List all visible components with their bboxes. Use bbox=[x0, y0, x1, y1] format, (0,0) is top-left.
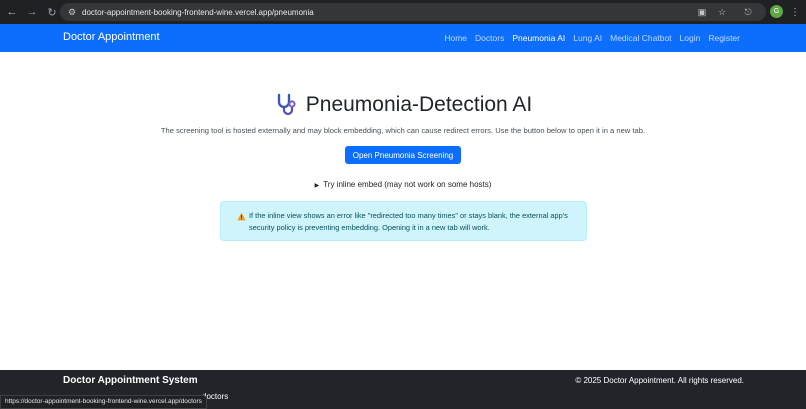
bookmark-star-icon[interactable]: ☆ bbox=[714, 4, 730, 20]
site-navbar: Doctor Appointment Home Doctors Pneumoni… bbox=[0, 24, 806, 52]
open-pneumonia-screening-button[interactable]: Open Pneumonia Screening bbox=[345, 146, 461, 164]
warning-icon bbox=[237, 212, 246, 221]
nav-links: Home Doctors Pneumonia AI Lung AI Medica… bbox=[444, 33, 740, 43]
alert-text: If the inline view shows an error like "… bbox=[249, 211, 568, 232]
inline-embed-toggle[interactable]: ▶ Try inline embed (may not work on some … bbox=[0, 180, 806, 189]
address-bar[interactable]: ⚙ doctor-appointment-booking-frontend-wi… bbox=[60, 3, 766, 21]
disclosure-triangle-icon: ▶ bbox=[314, 183, 320, 189]
inline-embed-label: Try inline embed (may not work on some h… bbox=[323, 180, 492, 189]
browser-toolbar: ← → ↻ ⚙ doctor-appointment-booking-front… bbox=[0, 0, 806, 24]
address-url[interactable]: doctor-appointment-booking-frontend-wine… bbox=[82, 8, 314, 17]
stethoscope-icon bbox=[277, 93, 296, 116]
nav-home[interactable]: Home bbox=[444, 33, 467, 43]
footer-copyright: © 2025 Doctor Appointment. All rights re… bbox=[575, 376, 744, 385]
back-arrow-icon[interactable]: ← bbox=[2, 2, 22, 22]
info-alert: If the inline view shows an error like "… bbox=[220, 201, 587, 241]
nav-lung-ai[interactable]: Lung AI bbox=[573, 33, 602, 43]
page-title: Pneumonia-Detection AI bbox=[305, 93, 533, 116]
page-title-row: Pneumonia-Detection AI bbox=[0, 92, 806, 118]
extensions-icon[interactable]: ⎋ bbox=[740, 4, 756, 20]
footer-title: Doctor Appointment System bbox=[63, 375, 198, 386]
nav-pneumonia-ai[interactable]: Pneumonia AI bbox=[512, 33, 565, 43]
navbar-brand[interactable]: Doctor Appointment bbox=[63, 31, 160, 43]
profile-avatar[interactable]: G bbox=[770, 5, 783, 18]
link-status-bar: https://doctor-appointment-booking-front… bbox=[0, 395, 207, 409]
page-subtitle: The screening tool is hosted externally … bbox=[160, 126, 646, 135]
cast-icon[interactable]: ▣ bbox=[694, 4, 710, 20]
reload-icon[interactable]: ↻ bbox=[42, 2, 62, 22]
nav-medical-chatbot[interactable]: Medical Chatbot bbox=[610, 33, 671, 43]
forward-arrow-icon[interactable]: → bbox=[22, 2, 42, 22]
nav-doctors[interactable]: Doctors bbox=[475, 33, 504, 43]
nav-login[interactable]: Login bbox=[680, 33, 701, 43]
site-info-icon[interactable]: ⚙ bbox=[64, 4, 80, 20]
menu-dots-icon[interactable]: ⋮ bbox=[789, 4, 801, 20]
nav-register[interactable]: Register bbox=[708, 33, 740, 43]
